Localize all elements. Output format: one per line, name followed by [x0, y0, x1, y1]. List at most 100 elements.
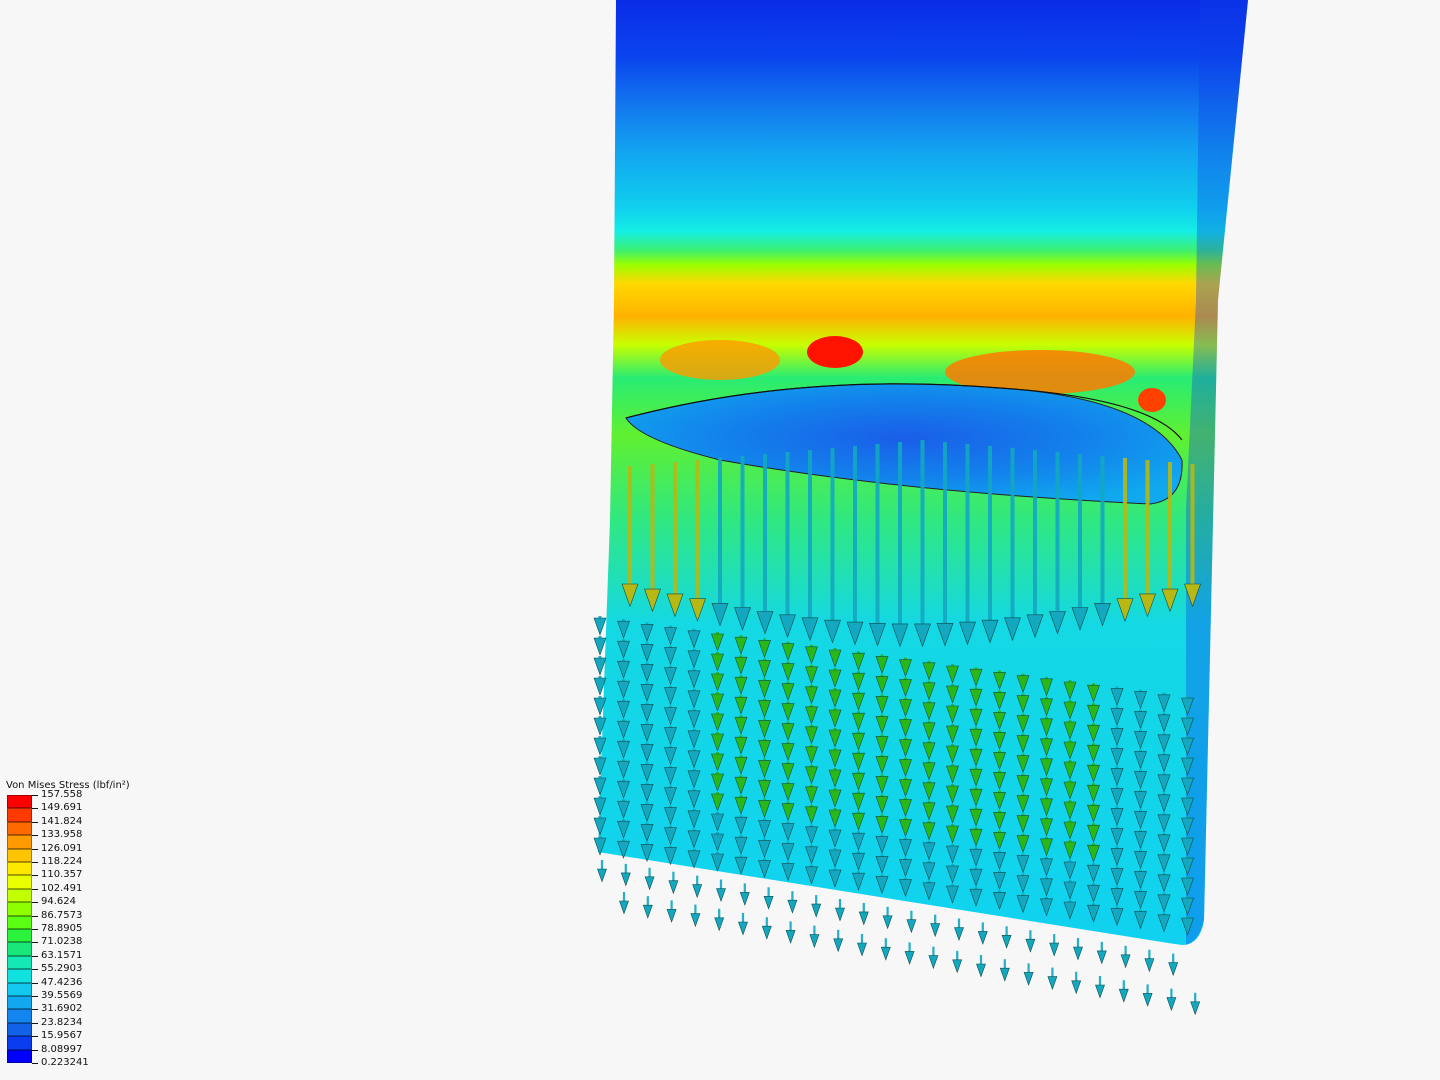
legend-tick-mark	[32, 1036, 38, 1038]
stress-peak-right	[1138, 388, 1166, 412]
legend-swatch	[7, 888, 32, 903]
legend-tick-label: 149.691	[41, 802, 83, 814]
legend-tick-mark	[32, 955, 38, 957]
load-arrow	[835, 899, 845, 922]
load-arrow	[1118, 980, 1129, 1003]
legend-swatch	[7, 929, 32, 943]
legend-tick-mark	[32, 929, 38, 930]
legend-swatch	[7, 1036, 32, 1050]
load-arrow	[1142, 984, 1153, 1007]
legend-tick-mark	[32, 848, 38, 850]
load-arrow	[1168, 953, 1179, 977]
legend-tick-mark	[32, 915, 38, 917]
load-arrow	[1096, 941, 1107, 965]
legend-swatch	[7, 955, 32, 970]
load-arrow	[1047, 967, 1058, 991]
legend-tick-label: 55.2903	[41, 963, 83, 975]
legend-tick-label: 141.824	[41, 815, 83, 827]
legend-swatch	[7, 915, 32, 929]
legend-tick-label: 39.5569	[41, 990, 83, 1001]
load-arrow	[1120, 945, 1131, 969]
load-arrow	[1095, 976, 1105, 999]
legend-tick-label: 102.491	[41, 882, 83, 894]
model-viewport[interactable]	[0, 0, 1440, 1080]
load-arrow	[1025, 930, 1036, 953]
legend-tick-mark	[32, 942, 38, 944]
legend-tick-mark	[32, 1063, 38, 1064]
load-arrow	[739, 883, 750, 906]
stress-hot-left	[660, 340, 780, 380]
legend-tick-label: 78.8905	[41, 923, 83, 934]
load-arrow	[976, 955, 986, 978]
load-arrow	[668, 871, 679, 895]
load-arrow	[714, 908, 725, 932]
legend-tick-label: 133.958	[41, 829, 83, 841]
load-arrow	[1071, 971, 1082, 995]
load-arrow	[906, 910, 917, 934]
load-arrow	[593, 636, 607, 656]
load-arrow	[1190, 992, 1201, 1016]
load-arrow	[619, 892, 629, 915]
legend-swatch	[7, 1009, 32, 1023]
load-arrow	[787, 891, 798, 914]
legend-swatch	[7, 982, 32, 996]
load-arrow	[785, 921, 796, 944]
load-arrow	[642, 896, 653, 919]
load-arrow	[620, 863, 631, 887]
load-arrow	[857, 934, 867, 957]
legend-tick-label: 15.9567	[41, 1030, 83, 1042]
load-arrow	[928, 946, 939, 970]
legend-swatch	[7, 1022, 32, 1037]
load-arrow	[880, 938, 891, 961]
load-arrow	[833, 929, 844, 953]
stress-legend: Von Mises Stress (lbf/in²) 157.558 149.69…	[6, 779, 130, 1068]
legend-tick-label: 110.357	[41, 869, 83, 881]
load-arrow	[692, 875, 703, 899]
load-arrow	[882, 906, 893, 930]
legend-tick-label: 118.224	[41, 856, 83, 867]
legend-swatch	[7, 848, 32, 862]
load-arrow	[1073, 938, 1083, 961]
legend-swatch	[7, 942, 32, 956]
legend-tick-label: 0.223241	[41, 1057, 89, 1068]
legend-tick-mark	[32, 808, 38, 810]
legend-tick-mark	[32, 821, 38, 823]
legend-swatch	[7, 969, 32, 983]
load-arrow	[666, 900, 677, 923]
legend-tick-mark	[32, 862, 38, 863]
load-arrow	[952, 950, 963, 974]
load-arrow	[597, 860, 607, 883]
legend-tick-mark	[32, 996, 38, 997]
legend-tick-label: 63.1571	[41, 949, 83, 961]
legend-tick-mark	[32, 888, 38, 890]
legend-tick-label: 8.08997	[41, 1043, 83, 1055]
legend-tick-label: 86.7573	[41, 909, 83, 921]
legend-tick-mark	[32, 835, 38, 837]
legend-tick-mark	[32, 982, 38, 984]
legend-swatch	[7, 835, 32, 849]
load-arrow	[763, 887, 774, 910]
load-arrow	[999, 959, 1010, 982]
stress-peak-left	[807, 336, 863, 368]
legend-swatch	[7, 902, 32, 916]
legend-swatch	[7, 808, 32, 822]
load-arrow	[761, 917, 772, 940]
legend-swatch	[7, 821, 32, 836]
load-arrow	[809, 925, 820, 949]
load-arrow	[954, 918, 964, 941]
legend-swatch	[7, 996, 32, 1010]
load-arrow	[1001, 926, 1012, 949]
load-arrow	[858, 902, 869, 926]
load-arrow	[690, 904, 701, 928]
legend-tick-label: 157.558	[41, 789, 83, 800]
legend-tick-mark	[32, 1049, 38, 1051]
load-arrow	[811, 895, 822, 918]
legend-swatch	[7, 795, 32, 809]
load-arrow	[593, 616, 607, 636]
legend-swatch	[7, 875, 32, 889]
legend-tick-label: 47.4236	[41, 976, 83, 988]
load-arrow	[1023, 963, 1034, 986]
legend-tick-mark	[32, 875, 38, 877]
load-arrow	[738, 913, 748, 936]
legend-tick-mark	[32, 902, 38, 904]
